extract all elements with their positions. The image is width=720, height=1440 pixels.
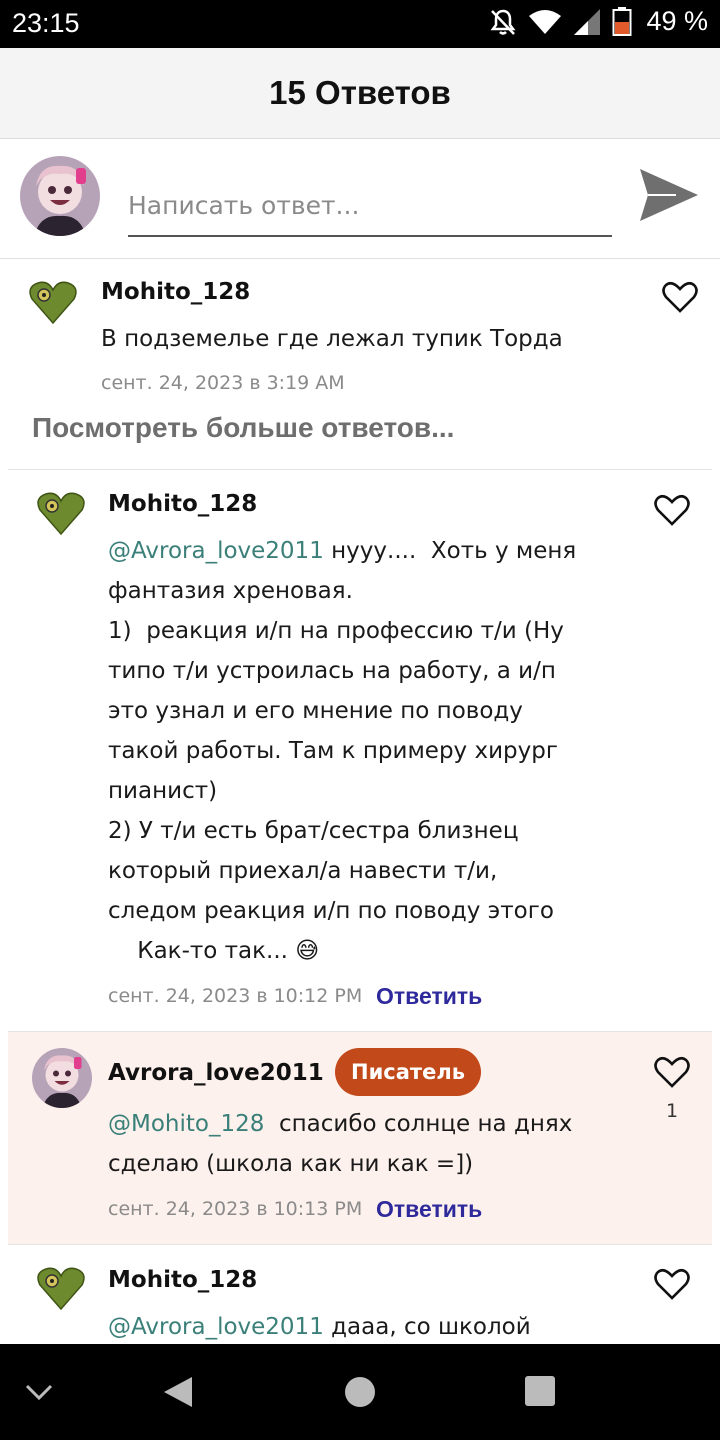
send-icon[interactable] [636,165,702,225]
avatar [32,1048,92,1108]
reply-button[interactable]: Ответить [376,1196,482,1223]
battery-percent: 49 % [646,6,708,36]
comment-date: сент. 24, 2023 в 10:13 PM [108,1198,363,1220]
home-icon[interactable] [343,1375,377,1409]
mention-link[interactable]: @Avrora_love2011 [108,1314,324,1340]
comment-item: Mohito_128 @Avrora_love2011 нууу.... Хот… [8,470,712,1032]
mention-link[interactable]: @Avrora_love2011 [108,538,324,564]
page-title: 15 Ответов [269,74,451,111]
view-more-replies-link[interactable]: Посмотреть больше ответов... [32,412,454,444]
heart-icon[interactable] [662,280,698,314]
comment-author[interactable]: Mohito_128 [108,491,257,517]
reply-input[interactable] [128,175,612,237]
chevron-down-icon[interactable] [24,1380,54,1404]
system-nav-bar [0,1344,720,1440]
comment-text: @Avrora_love2011 дааа, со школой [108,1314,531,1340]
mention-link[interactable]: @Mohito_128 [108,1111,264,1137]
avatar [29,281,77,325]
comment-date: сент. 24, 2023 в 3:19 AM [101,372,345,394]
back-icon[interactable] [160,1374,196,1410]
comment-text: @Mohito_128 спасибо солнце на днях сдела… [108,1111,573,1177]
battery-icon [612,6,632,36]
header: 15 Ответов [0,48,720,139]
reply-button[interactable]: Ответить [376,983,482,1010]
wifi-icon [529,9,562,34]
mute-icon [490,9,516,35]
status-time: 23:15 [12,8,80,38]
comment-author[interactable]: Mohito_128 [101,279,250,305]
avatar [20,156,100,236]
signal-icon [574,8,601,35]
comment-item: Mohito_128 @Avrora_love2011 дааа, со шко… [8,1245,712,1344]
comment-date: сент. 24, 2023 в 10:12 PM [108,985,363,1007]
comment-author[interactable]: Avrora_love2011 [108,1060,324,1086]
status-bar: 23:15 49 % [0,0,720,48]
comment-text: @Avrora_love2011 нууу.... Хоть у меня фа… [108,538,577,964]
heart-icon[interactable] [654,1055,690,1089]
avatar [37,492,85,536]
heart-icon[interactable] [654,493,690,527]
status-icons: 49 % [488,6,708,37]
like-count: 1 [665,1100,679,1122]
writer-badge: Писатель [335,1048,481,1096]
reply-composer [0,139,720,259]
comment-author[interactable]: Mohito_128 [108,1267,257,1293]
recents-icon[interactable] [524,1375,556,1407]
avatar [37,1267,85,1311]
heart-icon[interactable] [654,1267,690,1301]
comment-text: В подземелье где лежал тупик Торда [101,326,563,352]
